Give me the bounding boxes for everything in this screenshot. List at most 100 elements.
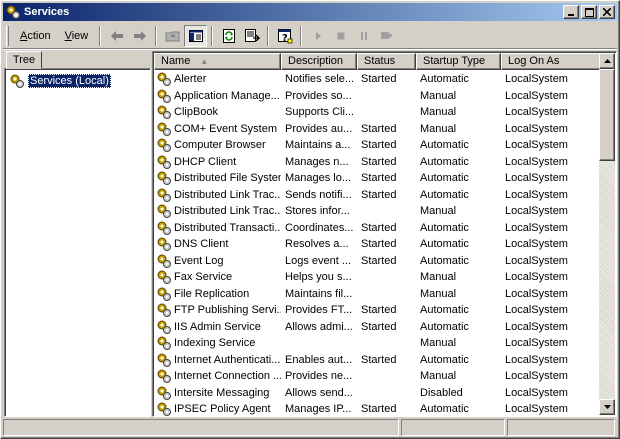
service-name: FTP Publishing Servi... — [174, 304, 281, 317]
tab-tree[interactable]: Tree — [6, 51, 42, 69]
tree-node-services-local[interactable]: Services (Local) — [9, 73, 111, 89]
service-description: Manages IP... — [285, 403, 352, 416]
service-status: Started — [361, 238, 397, 251]
column-description-label: Description — [288, 55, 344, 67]
tree-view[interactable]: Services (Local) — [4, 68, 151, 417]
service-status: Started — [361, 188, 397, 201]
status-panel-2 — [401, 419, 505, 436]
service-name-cell: Distributed Transacti... — [154, 220, 281, 236]
service-log-on-as: LocalSystem — [505, 73, 568, 86]
forward-button[interactable] — [128, 25, 151, 47]
export-list-button[interactable] — [240, 25, 263, 47]
title-bar[interactable]: Services — [3, 3, 617, 21]
help-button[interactable]: ? — [273, 25, 296, 47]
table-row[interactable]: IPSEC Policy Agent Manages IP... Started… — [154, 401, 601, 416]
table-row[interactable]: DHCP Client Manages n... Started Automat… — [154, 154, 601, 171]
service-name: Event Log — [174, 254, 224, 267]
table-row[interactable]: Fax Service Helps you s... Manual LocalS… — [154, 269, 601, 286]
table-row[interactable]: Distributed Link Trac... Sends notifi...… — [154, 187, 601, 204]
start-service-button[interactable] — [306, 25, 329, 47]
column-header-status[interactable]: Status — [357, 53, 416, 70]
table-row[interactable]: Application Manage... Provides so... Man… — [154, 88, 601, 105]
service-description: Notifies sele... — [285, 73, 355, 86]
service-log-on-as: LocalSystem — [505, 122, 568, 135]
service-startup-type: Automatic — [420, 254, 469, 267]
close-button[interactable] — [599, 5, 615, 19]
scroll-up-button[interactable] — [599, 53, 615, 69]
maximize-icon — [584, 7, 594, 17]
service-log-on-as: LocalSystem — [505, 304, 568, 317]
service-startup-type: Automatic — [420, 403, 469, 416]
service-name: Distributed Link Trac... — [174, 205, 281, 218]
table-row[interactable]: Intersite Messaging Allows send... Disab… — [154, 385, 601, 402]
service-gear-icon — [157, 105, 171, 120]
service-name-cell: Event Log — [154, 253, 281, 269]
tab-tree-label: Tree — [12, 54, 36, 66]
scroll-up-icon — [603, 59, 611, 63]
table-row[interactable]: IIS Admin Service Allows admi... Started… — [154, 319, 601, 336]
table-row[interactable]: ClipBook Supports Cli... Manual LocalSys… — [154, 104, 601, 121]
minimize-button[interactable] — [563, 5, 579, 19]
service-gear-icon — [157, 386, 171, 400]
menu-view[interactable]: View — [58, 27, 96, 45]
table-row[interactable]: Distributed Link Trac... Stores infor...… — [154, 203, 601, 220]
service-name: DNS Client — [174, 238, 229, 251]
scroll-down-button[interactable] — [599, 399, 615, 415]
table-row[interactable]: Alerter Notifies sele... Started Automat… — [154, 71, 601, 88]
table-row[interactable]: FTP Publishing Servi... Provides FT... S… — [154, 302, 601, 319]
services-list[interactable]: Name ▲ Description Status Startup Type Lo… — [152, 51, 617, 417]
table-row[interactable]: Internet Connection ... Provides ne... M… — [154, 368, 601, 385]
service-log-on-as: LocalSystem — [505, 188, 568, 201]
service-name: Distributed File System — [174, 172, 281, 185]
pause-service-icon — [360, 31, 367, 40]
help-icon: ? — [277, 28, 293, 44]
column-header-log-on-as[interactable]: Log On As — [501, 53, 601, 70]
table-row[interactable]: Distributed Transacti... Coordinates... … — [154, 220, 601, 237]
service-gear-icon — [157, 138, 171, 153]
service-log-on-as: LocalSystem — [505, 89, 568, 102]
service-name-cell: IIS Admin Service — [154, 319, 281, 335]
table-row[interactable]: Computer Browser Maintains a... Started … — [154, 137, 601, 154]
vertical-scrollbar[interactable] — [599, 53, 615, 415]
service-name: Intersite Messaging — [174, 386, 270, 399]
service-startup-type: Manual — [420, 106, 457, 119]
menu-action-label: ction — [27, 29, 51, 42]
table-row[interactable]: Distributed File System Manages lo... St… — [154, 170, 601, 187]
table-row[interactable]: Event Log Logs event ... Started Automat… — [154, 253, 601, 270]
table-row[interactable]: COM+ Event System Provides au... Started… — [154, 121, 601, 138]
table-row[interactable]: DNS Client Resolves a... Started Automat… — [154, 236, 601, 253]
menu-action[interactable]: Action — [13, 27, 58, 45]
column-header-name[interactable]: Name ▲ — [154, 53, 281, 70]
restart-service-button[interactable] — [375, 25, 398, 47]
column-name-label: Name — [161, 55, 191, 67]
service-log-on-as: LocalSystem — [505, 337, 568, 350]
show-hide-tree-button[interactable] — [184, 24, 208, 47]
scroll-thumb[interactable] — [599, 69, 615, 161]
tree-node-label: Services (Local) — [28, 74, 111, 88]
service-description: Manages n... — [285, 155, 349, 168]
services-window: Services Action View ? Tree Services (Lo… — [0, 0, 620, 439]
stop-service-button[interactable] — [329, 25, 352, 47]
service-log-on-as: LocalSystem — [505, 287, 568, 300]
service-startup-type: Disabled — [420, 386, 463, 399]
service-name-cell: Distributed File System — [154, 170, 281, 186]
service-description: Manages lo... — [285, 172, 352, 185]
status-bar — [3, 419, 617, 437]
column-header-startup-type[interactable]: Startup Type — [416, 53, 501, 70]
pause-service-button[interactable] — [352, 25, 375, 47]
column-header-description[interactable]: Description — [281, 53, 357, 70]
back-button[interactable] — [105, 25, 128, 47]
refresh-button[interactable] — [217, 25, 240, 47]
service-name-cell: Computer Browser — [154, 137, 281, 153]
service-status: Started — [361, 122, 397, 135]
table-row[interactable]: Indexing Service Manual LocalSystem — [154, 335, 601, 352]
service-gear-icon — [157, 221, 171, 235]
service-log-on-as: LocalSystem — [505, 386, 568, 399]
toolbar-grip[interactable] — [6, 25, 9, 46]
service-startup-type: Automatic — [420, 155, 469, 168]
table-row[interactable]: Internet Authenticati... Enables aut... … — [154, 352, 601, 369]
up-one-level-button[interactable] — [161, 25, 184, 47]
service-log-on-as: LocalSystem — [505, 254, 568, 267]
maximize-button[interactable] — [581, 5, 597, 19]
table-row[interactable]: File Replication Maintains fil... Manual… — [154, 286, 601, 303]
